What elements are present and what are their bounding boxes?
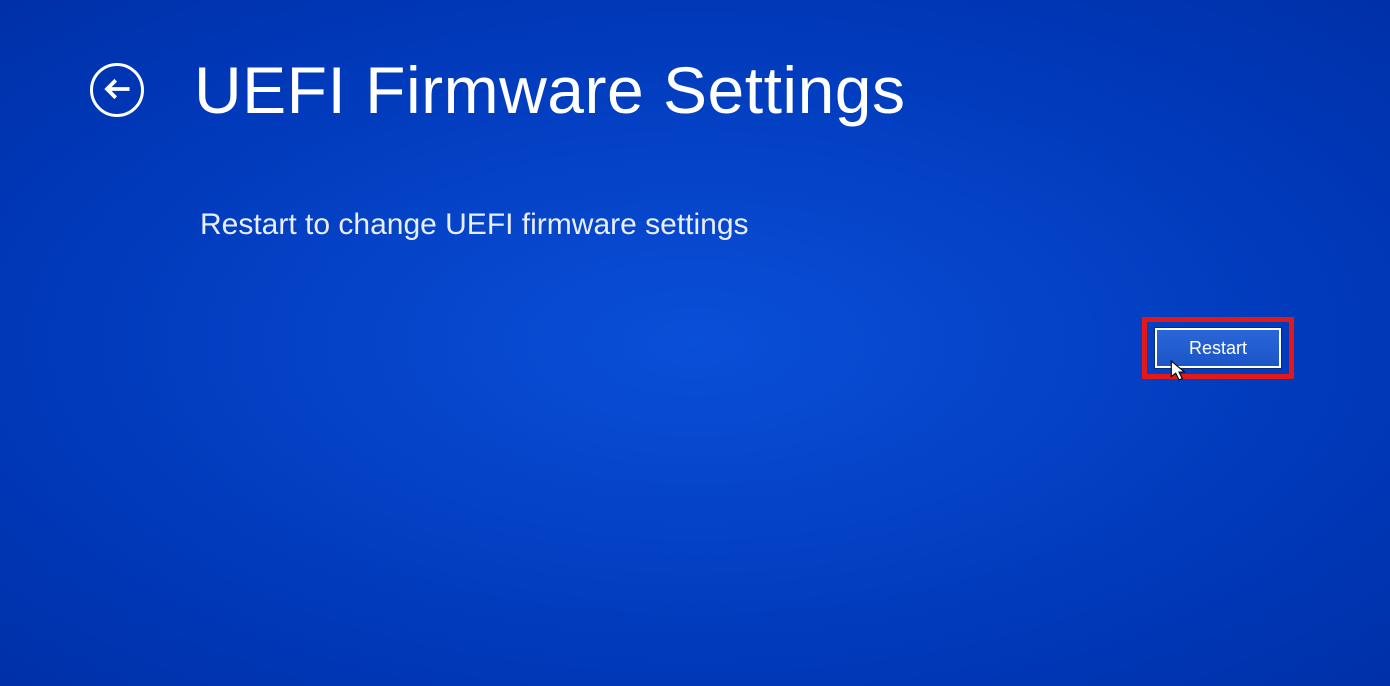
page-header: UEFI Firmware Settings bbox=[0, 0, 1390, 128]
page-title: UEFI Firmware Settings bbox=[194, 52, 905, 128]
restart-button-label: Restart bbox=[1189, 338, 1247, 359]
restart-button[interactable]: Restart bbox=[1155, 328, 1281, 368]
back-arrow-icon bbox=[102, 74, 132, 107]
back-button[interactable] bbox=[90, 63, 144, 117]
restart-highlight-box: Restart bbox=[1142, 317, 1294, 379]
page-subtitle: Restart to change UEFI firmware settings bbox=[200, 208, 1390, 242]
